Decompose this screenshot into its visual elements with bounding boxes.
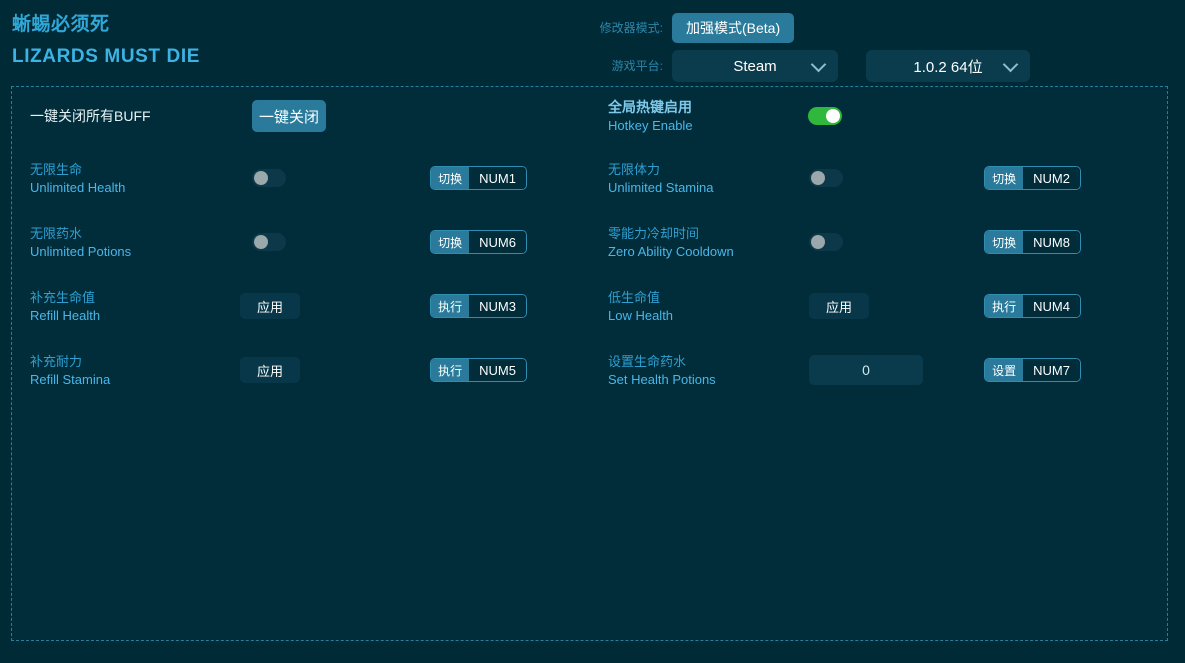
row-refill-health: 补充生命值 Refill Health 应用 执行 NUM3 <box>30 283 590 329</box>
hotkey-key-label: NUM2 <box>1023 167 1080 189</box>
hotkey-key-label: NUM1 <box>469 167 526 189</box>
unlimited-stamina-label-cn: 无限体力 <box>608 161 808 179</box>
hotkey-key-label: NUM4 <box>1023 295 1080 317</box>
unlimited-health-toggle[interactable] <box>252 169 286 187</box>
platform-select-value: Steam <box>733 58 776 75</box>
refill-health-label-en: Refill Health <box>30 307 230 324</box>
refill-health-label-cn: 补充生命值 <box>30 289 230 307</box>
row-unlimited-potions: 无限药水 Unlimited Potions 切换 NUM6 <box>30 219 590 265</box>
toggle-knob <box>254 235 268 249</box>
hotkey-key-label: NUM8 <box>1023 231 1080 253</box>
hotkey-action-label: 切换 <box>985 231 1023 253</box>
toggle-knob <box>811 171 825 185</box>
hotkey-key-label: NUM3 <box>469 295 526 317</box>
toggle-knob <box>826 109 840 123</box>
close-all-buffs-button[interactable]: 一键关闭 <box>252 100 326 132</box>
hotkey-action-label: 执行 <box>985 295 1023 317</box>
unlimited-health-label-en: Unlimited Health <box>30 179 230 196</box>
hotkey-enable-label-cn: 全局热键启用 <box>608 98 808 117</box>
hotkey-key-label: NUM5 <box>469 359 526 381</box>
unlimited-potions-label-cn: 无限药水 <box>30 225 230 243</box>
refill-health-hotkey[interactable]: 执行 NUM3 <box>430 294 527 318</box>
refill-stamina-labels: 补充耐力 Refill Stamina <box>30 353 230 388</box>
unlimited-health-hotkey[interactable]: 切换 NUM1 <box>430 166 527 190</box>
unlimited-stamina-toggle[interactable] <box>809 169 843 187</box>
row-low-health: 低生命值 Low Health 应用 执行 NUM4 <box>608 283 1153 329</box>
game-title-en: LIZARDS MUST DIE <box>12 43 200 71</box>
chevron-down-icon <box>811 57 827 73</box>
row-close-all-buffs: 一键关闭所有BUFF 一键关闭 <box>30 93 590 139</box>
low-health-label-en: Low Health <box>608 307 808 324</box>
row-hotkey-enable: 全局热键启用 Hotkey Enable <box>608 93 1153 139</box>
row-unlimited-stamina: 无限体力 Unlimited Stamina 切换 NUM2 <box>608 155 1153 201</box>
set-health-potions-label-en: Set Health Potions <box>608 371 808 388</box>
row-zero-ability-cooldown: 零能力冷却时间 Zero Ability Cooldown 切换 NUM8 <box>608 219 1153 265</box>
set-health-potions-hotkey[interactable]: 设置 NUM7 <box>984 358 1081 382</box>
unlimited-potions-label-en: Unlimited Potions <box>30 243 230 260</box>
platform-label: 游戏平台: <box>586 51 672 81</box>
platform-select[interactable]: Steam <box>672 50 838 82</box>
version-select[interactable]: 1.0.2 64位 <box>866 50 1030 82</box>
zero-ability-cooldown-hotkey[interactable]: 切换 NUM8 <box>984 230 1081 254</box>
toggle-knob <box>811 235 825 249</box>
unlimited-potions-hotkey[interactable]: 切换 NUM6 <box>430 230 527 254</box>
hotkey-action-label: 切换 <box>431 231 469 253</box>
mode-label: 修改器模式: <box>586 13 672 43</box>
hotkey-key-label: NUM6 <box>469 231 526 253</box>
unlimited-stamina-label-en: Unlimited Stamina <box>608 179 808 196</box>
unlimited-stamina-hotkey[interactable]: 切换 NUM2 <box>984 166 1081 190</box>
close-all-buffs-label-cn: 一键关闭所有BUFF <box>30 107 252 126</box>
refill-stamina-apply-button[interactable]: 应用 <box>240 357 300 383</box>
row-refill-stamina: 补充耐力 Refill Stamina 应用 执行 NUM5 <box>30 347 590 393</box>
low-health-labels: 低生命值 Low Health <box>608 289 808 324</box>
low-health-hotkey[interactable]: 执行 NUM4 <box>984 294 1081 318</box>
hotkey-key-label: NUM7 <box>1023 359 1080 381</box>
trainer-window: 蜥蜴必须死 LIZARDS MUST DIE 修改器模式: 加强模式(Beta)… <box>0 0 1185 663</box>
toggle-knob <box>254 171 268 185</box>
cheats-panel: 一键关闭所有BUFF 一键关闭 全局热键启用 Hotkey Enable <box>11 86 1168 641</box>
hotkey-action-label: 执行 <box>431 295 469 317</box>
row-unlimited-health: 无限生命 Unlimited Health 切换 NUM1 <box>30 155 590 201</box>
zero-ability-cooldown-label-cn: 零能力冷却时间 <box>608 225 808 243</box>
chevron-down-icon <box>1003 57 1019 73</box>
refill-health-apply-button[interactable]: 应用 <box>240 293 300 319</box>
set-health-potions-input[interactable] <box>809 355 923 385</box>
hotkey-action-label: 执行 <box>431 359 469 381</box>
refill-stamina-label-en: Refill Stamina <box>30 371 230 388</box>
hotkey-action-label: 切换 <box>431 167 469 189</box>
zero-ability-cooldown-label-en: Zero Ability Cooldown <box>608 243 808 260</box>
trainer-mode-button[interactable]: 加强模式(Beta) <box>672 13 794 43</box>
refill-health-labels: 补充生命值 Refill Health <box>30 289 230 324</box>
hotkey-enable-toggle[interactable] <box>808 107 842 125</box>
set-health-potions-label-cn: 设置生命药水 <box>608 353 808 371</box>
unlimited-health-label-cn: 无限生命 <box>30 161 230 179</box>
mode-row: 修改器模式: 加强模式(Beta) <box>586 13 1176 43</box>
hotkey-enable-label-en: Hotkey Enable <box>608 117 808 134</box>
title-block: 蜥蜴必须死 LIZARDS MUST DIE <box>12 12 200 71</box>
zero-ability-cooldown-labels: 零能力冷却时间 Zero Ability Cooldown <box>608 225 808 260</box>
close-all-buffs-labels: 一键关闭所有BUFF <box>30 107 252 126</box>
platform-row: 游戏平台: Steam 1.0.2 64位 <box>586 51 1176 81</box>
hotkey-action-label: 切换 <box>985 167 1023 189</box>
unlimited-potions-toggle[interactable] <box>252 233 286 251</box>
app-header: 蜥蜴必须死 LIZARDS MUST DIE 修改器模式: 加强模式(Beta)… <box>0 0 1185 86</box>
game-title-cn: 蜥蜴必须死 <box>12 12 200 38</box>
set-health-potions-labels: 设置生命药水 Set Health Potions <box>608 353 808 388</box>
unlimited-potions-labels: 无限药水 Unlimited Potions <box>30 225 230 260</box>
refill-stamina-label-cn: 补充耐力 <box>30 353 230 371</box>
hotkey-enable-labels: 全局热键启用 Hotkey Enable <box>608 98 808 134</box>
row-set-health-potions: 设置生命药水 Set Health Potions 设置 NUM7 <box>608 347 1153 393</box>
hotkey-action-label: 设置 <box>985 359 1023 381</box>
low-health-apply-button[interactable]: 应用 <box>809 293 869 319</box>
version-select-value: 1.0.2 64位 <box>913 56 982 77</box>
header-controls: 修改器模式: 加强模式(Beta) 游戏平台: Steam 1.0.2 64位 <box>586 13 1176 81</box>
unlimited-health-labels: 无限生命 Unlimited Health <box>30 161 230 196</box>
unlimited-stamina-labels: 无限体力 Unlimited Stamina <box>608 161 808 196</box>
zero-ability-cooldown-toggle[interactable] <box>809 233 843 251</box>
low-health-label-cn: 低生命值 <box>608 289 808 307</box>
refill-stamina-hotkey[interactable]: 执行 NUM5 <box>430 358 527 382</box>
